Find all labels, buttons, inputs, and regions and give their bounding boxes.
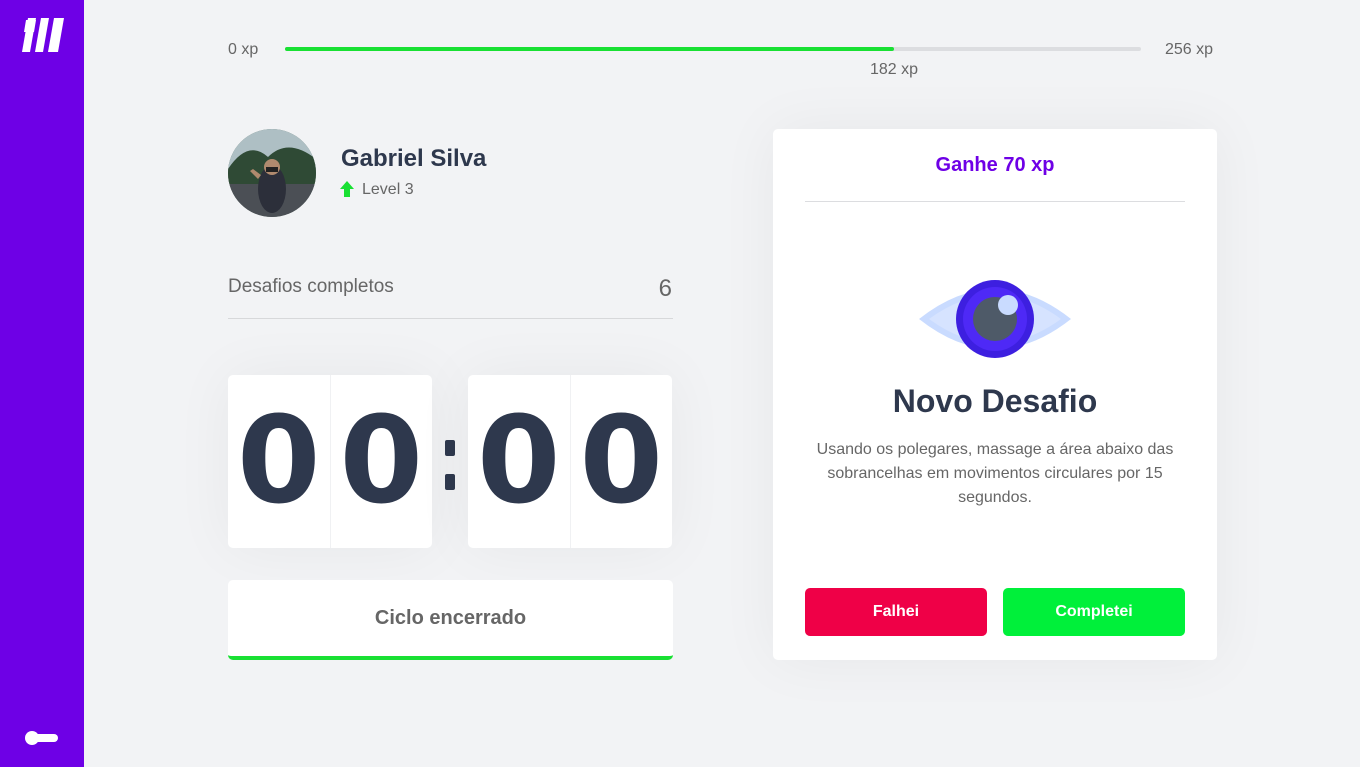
logo-icon[interactable] (22, 18, 64, 56)
challenge-title: Novo Desafio (892, 383, 1098, 419)
level-up-arrow-icon (340, 181, 354, 197)
minutes-tens-digit: 0 (228, 375, 331, 548)
completed-challenges-value: 6 (658, 275, 672, 302)
toggle-icon[interactable] (24, 730, 60, 746)
level-label: Level 3 (362, 181, 414, 198)
seconds-ones-digit: 0 (579, 391, 664, 531)
xp-current-label: 182 xp (869, 61, 919, 78)
cycle-ended-button[interactable]: Ciclo encerrado (228, 580, 673, 660)
countdown-minutes: 0 0 (228, 375, 432, 548)
xp-max-label: 256 xp (1165, 41, 1214, 58)
minutes-ones-digit: 0 (339, 391, 424, 531)
challenge-reward: Ganhe 70 xp (935, 154, 1055, 176)
divider (228, 318, 673, 319)
level-row: Level 3 (340, 181, 414, 199)
profile-name: Gabriel Silva (341, 145, 487, 172)
eye-icon (919, 280, 1071, 358)
seconds-tens-digit: 0 (468, 375, 571, 548)
card-divider (805, 201, 1185, 202)
xp-progress-fill (285, 47, 894, 51)
sidebar (0, 0, 84, 767)
avatar (228, 129, 316, 217)
challenge-description: Usando os polegares, massage a área abai… (816, 441, 1174, 506)
completed-button[interactable]: Completei (1003, 588, 1185, 636)
failed-button[interactable]: Falhei (805, 588, 987, 636)
xp-min-label: 0 xp (228, 41, 259, 58)
xp-progress-bar (285, 47, 1141, 51)
challenge-card: Ganhe 70 xp Novo Desafio Usando os poleg… (773, 129, 1217, 660)
countdown-seconds: 0 0 (468, 375, 672, 548)
completed-challenges-label: Desafios completos (228, 276, 394, 297)
cycle-ended-label: Ciclo encerrado (374, 606, 527, 629)
avatar-photo (228, 129, 316, 217)
countdown-separator (445, 440, 455, 490)
